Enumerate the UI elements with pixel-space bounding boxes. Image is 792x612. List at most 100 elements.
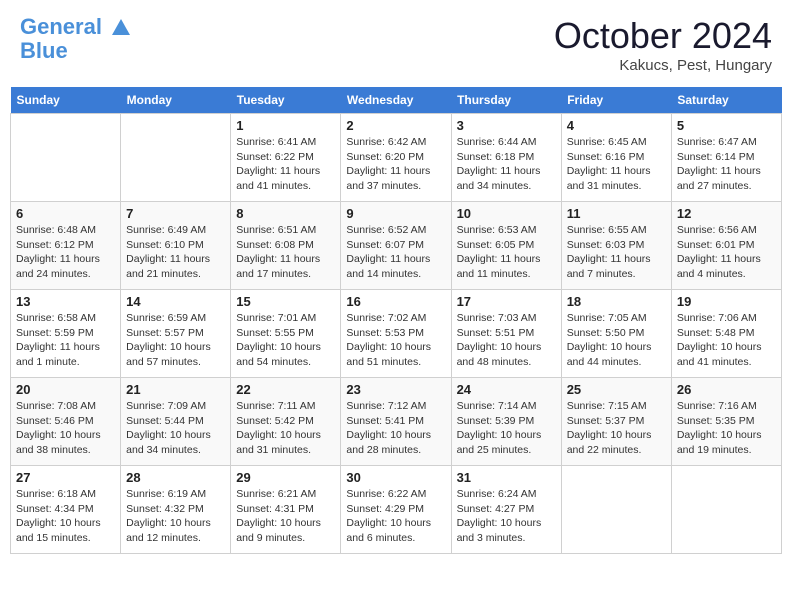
day-number: 3 [457,118,556,133]
day-info: Sunrise: 6:58 AMSunset: 5:59 PMDaylight:… [16,311,115,370]
day-info: Sunrise: 6:48 AMSunset: 6:12 PMDaylight:… [16,223,115,282]
day-info: Sunrise: 7:05 AMSunset: 5:50 PMDaylight:… [567,311,666,370]
weekday-header: Saturday [671,87,781,114]
calendar-cell: 24 Sunrise: 7:14 AMSunset: 5:39 PMDayligh… [451,378,561,466]
day-number: 22 [236,382,335,397]
calendar-cell [121,114,231,202]
calendar-cell: 8 Sunrise: 6:51 AMSunset: 6:08 PMDaylight… [231,202,341,290]
calendar-cell: 26 Sunrise: 7:16 AMSunset: 5:35 PMDayligh… [671,378,781,466]
calendar-cell: 27 Sunrise: 6:18 AMSunset: 4:34 PMDayligh… [11,466,121,554]
day-info: Sunrise: 6:49 AMSunset: 6:10 PMDaylight:… [126,223,225,282]
day-info: Sunrise: 7:06 AMSunset: 5:48 PMDaylight:… [677,311,776,370]
day-number: 28 [126,470,225,485]
day-info: Sunrise: 7:12 AMSunset: 5:41 PMDaylight:… [346,399,445,458]
day-number: 25 [567,382,666,397]
day-number: 30 [346,470,445,485]
day-info: Sunrise: 7:08 AMSunset: 5:46 PMDaylight:… [16,399,115,458]
calendar-cell: 22 Sunrise: 7:11 AMSunset: 5:42 PMDayligh… [231,378,341,466]
day-number: 7 [126,206,225,221]
day-info: Sunrise: 6:24 AMSunset: 4:27 PMDaylight:… [457,487,556,546]
calendar-cell: 23 Sunrise: 7:12 AMSunset: 5:41 PMDayligh… [341,378,451,466]
calendar-week-row: 1Sunrise: 6:41 AMSunset: 6:22 PMDaylight… [11,114,782,202]
day-info: Sunrise: 7:01 AMSunset: 5:55 PMDaylight:… [236,311,335,370]
calendar-cell: 11Sunrise: 6:55 AMSunset: 6:03 PMDayligh… [561,202,671,290]
day-info: Sunrise: 6:55 AMSunset: 6:03 PMDaylight:… [567,223,666,282]
day-number: 15 [236,294,335,309]
day-info: Sunrise: 6:47 AMSunset: 6:14 PMDaylight:… [677,135,776,194]
calendar-cell: 6 Sunrise: 6:48 AMSunset: 6:12 PMDaylight… [11,202,121,290]
day-info: Sunrise: 6:42 AMSunset: 6:20 PMDaylight:… [346,135,445,194]
calendar-cell: 12Sunrise: 6:56 AMSunset: 6:01 PMDayligh… [671,202,781,290]
calendar-week-row: 13Sunrise: 6:58 AMSunset: 5:59 PMDayligh… [11,290,782,378]
day-info: Sunrise: 6:22 AMSunset: 4:29 PMDaylight:… [346,487,445,546]
day-number: 9 [346,206,445,221]
day-info: Sunrise: 7:02 AMSunset: 5:53 PMDaylight:… [346,311,445,370]
logo-blue: Blue [20,39,134,63]
calendar-cell: 9 Sunrise: 6:52 AMSunset: 6:07 PMDaylight… [341,202,451,290]
day-info: Sunrise: 7:11 AMSunset: 5:42 PMDaylight:… [236,399,335,458]
calendar-cell: 19 Sunrise: 7:06 AMSunset: 5:48 PMDayligh… [671,290,781,378]
day-info: Sunrise: 7:15 AMSunset: 5:37 PMDaylight:… [567,399,666,458]
day-number: 10 [457,206,556,221]
page-header: General Blue October 2024 Kakucs, Pest, … [10,10,782,79]
calendar-cell: 3 Sunrise: 6:44 AMSunset: 6:18 PMDaylight… [451,114,561,202]
day-info: Sunrise: 6:41 AMSunset: 6:22 PMDaylight:… [236,135,335,194]
day-info: Sunrise: 6:52 AMSunset: 6:07 PMDaylight:… [346,223,445,282]
day-info: Sunrise: 6:44 AMSunset: 6:18 PMDaylight:… [457,135,556,194]
calendar-cell: 2 Sunrise: 6:42 AMSunset: 6:20 PMDaylight… [341,114,451,202]
day-info: Sunrise: 6:18 AMSunset: 4:34 PMDaylight:… [16,487,115,546]
logo-text: General [20,15,132,39]
calendar-cell: 14 Sunrise: 6:59 AMSunset: 5:57 PMDayligh… [121,290,231,378]
day-info: Sunrise: 6:19 AMSunset: 4:32 PMDaylight:… [126,487,225,546]
day-number: 2 [346,118,445,133]
calendar-cell: 25 Sunrise: 7:15 AMSunset: 5:37 PMDayligh… [561,378,671,466]
calendar-cell: 16Sunrise: 7:02 AMSunset: 5:53 PMDayligh… [341,290,451,378]
calendar-cell [671,466,781,554]
day-info: Sunrise: 6:59 AMSunset: 5:57 PMDaylight:… [126,311,225,370]
calendar-week-row: 27 Sunrise: 6:18 AMSunset: 4:34 PMDayligh… [11,466,782,554]
day-number: 19 [677,294,776,309]
logo: General Blue [20,15,134,63]
location: Kakucs, Pest, Hungary [554,57,772,74]
day-number: 24 [457,382,556,397]
title-block: October 2024 Kakucs, Pest, Hungary [554,15,772,74]
calendar-cell: 29Sunrise: 6:21 AMSunset: 4:31 PMDayligh… [231,466,341,554]
calendar-week-row: 20Sunrise: 7:08 AMSunset: 5:46 PMDayligh… [11,378,782,466]
calendar-cell: 31 Sunrise: 6:24 AMSunset: 4:27 PMDayligh… [451,466,561,554]
calendar-cell: 20Sunrise: 7:08 AMSunset: 5:46 PMDayligh… [11,378,121,466]
calendar-cell [561,466,671,554]
day-info: Sunrise: 7:03 AMSunset: 5:51 PMDaylight:… [457,311,556,370]
calendar-week-row: 6 Sunrise: 6:48 AMSunset: 6:12 PMDaylight… [11,202,782,290]
day-info: Sunrise: 6:53 AMSunset: 6:05 PMDaylight:… [457,223,556,282]
day-number: 29 [236,470,335,485]
calendar-cell: 13Sunrise: 6:58 AMSunset: 5:59 PMDayligh… [11,290,121,378]
day-info: Sunrise: 7:14 AMSunset: 5:39 PMDaylight:… [457,399,556,458]
day-number: 6 [16,206,115,221]
weekday-header: Tuesday [231,87,341,114]
weekday-header-row: SundayMondayTuesdayWednesdayThursdayFrid… [11,87,782,114]
calendar-cell: 18Sunrise: 7:05 AMSunset: 5:50 PMDayligh… [561,290,671,378]
day-info: Sunrise: 7:09 AMSunset: 5:44 PMDaylight:… [126,399,225,458]
calendar-cell: 21Sunrise: 7:09 AMSunset: 5:44 PMDayligh… [121,378,231,466]
calendar-cell: 7 Sunrise: 6:49 AMSunset: 6:10 PMDaylight… [121,202,231,290]
weekday-header: Wednesday [341,87,451,114]
day-number: 26 [677,382,776,397]
day-number: 12 [677,206,776,221]
calendar-cell: 5Sunrise: 6:47 AMSunset: 6:14 PMDaylight… [671,114,781,202]
day-number: 8 [236,206,335,221]
day-number: 23 [346,382,445,397]
day-info: Sunrise: 7:16 AMSunset: 5:35 PMDaylight:… [677,399,776,458]
calendar-cell: 17Sunrise: 7:03 AMSunset: 5:51 PMDayligh… [451,290,561,378]
day-number: 4 [567,118,666,133]
day-number: 27 [16,470,115,485]
weekday-header: Thursday [451,87,561,114]
day-info: Sunrise: 6:51 AMSunset: 6:08 PMDaylight:… [236,223,335,282]
calendar-table: SundayMondayTuesdayWednesdayThursdayFrid… [10,87,782,554]
calendar-cell: 10 Sunrise: 6:53 AMSunset: 6:05 PMDayligh… [451,202,561,290]
calendar-cell: 28 Sunrise: 6:19 AMSunset: 4:32 PMDayligh… [121,466,231,554]
weekday-header: Friday [561,87,671,114]
day-number: 14 [126,294,225,309]
logo-icon [110,17,132,39]
weekday-header: Monday [121,87,231,114]
day-number: 31 [457,470,556,485]
